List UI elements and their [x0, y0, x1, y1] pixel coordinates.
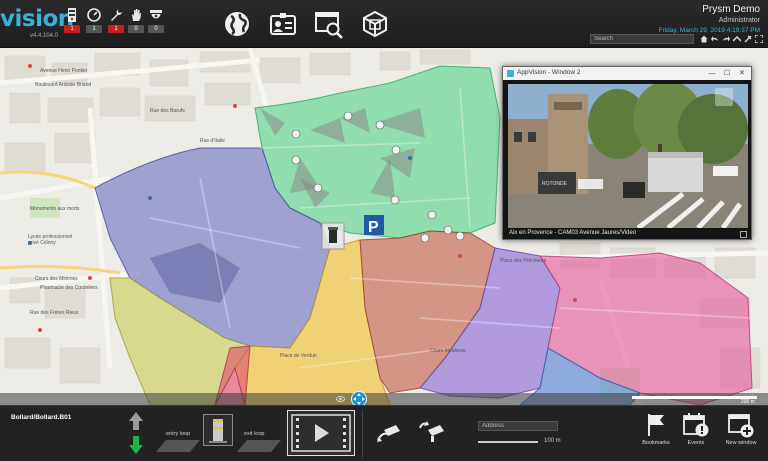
site-name: Prysm Demo [702, 4, 760, 15]
camera-count: 0 [148, 25, 164, 33]
street-label: Avenue Henri Pontier [40, 68, 88, 74]
server-alarm-count: 1 [64, 25, 80, 33]
server-alarm-icon [68, 8, 76, 22]
app-icon [507, 70, 514, 77]
svg-text:P: P [368, 219, 379, 236]
wrench-icon [111, 9, 122, 21]
entry-loop-icon [156, 440, 200, 452]
device-control-panel: Bollard/Bollard.B01 entry loop exit loop [0, 405, 768, 461]
poi-label: Place des Prêcheurs [500, 258, 547, 264]
gauge-icon [87, 8, 101, 22]
video-window[interactable]: AppVision - Window 2 — ☐ ✕ ROTONDE Aix e… [502, 66, 752, 240]
session-info: Prysm Demo Administrator Friday, March 2… [659, 4, 760, 34]
map-footer-strip [0, 393, 768, 405]
video-search-button[interactable] [313, 8, 345, 40]
video-search-icon [315, 12, 343, 39]
collapse-icon[interactable] [733, 35, 741, 43]
top-bar: vision v4.4.104.0 1 1 1 0 0 Prysm Demo A… [0, 0, 768, 48]
server-alarm-counter[interactable]: 1 [64, 8, 80, 33]
flag-icon [648, 414, 664, 436]
street-label: Cours Mirabeau [430, 348, 466, 354]
settings-icon[interactable] [744, 35, 752, 43]
maximize-button[interactable]: ☐ [720, 68, 734, 79]
camera-caption: Aix en Provence - CAM03 Avenue Jaures/Vi… [509, 230, 637, 236]
resize-handle[interactable] [740, 231, 747, 238]
calendar-alert-icon [683, 413, 709, 437]
events-button[interactable]: Events [678, 412, 714, 446]
app-version: v4.4.104.0 [30, 33, 59, 39]
bollard-up-down-icon[interactable] [128, 412, 144, 454]
events-label: Events [687, 440, 705, 446]
fullscreen-icon[interactable] [755, 35, 763, 43]
eye-icon[interactable] [336, 396, 345, 402]
camera-feed[interactable]: ROTONDE [508, 84, 748, 228]
device-name: Bollard/Bollard.B01 [11, 414, 72, 421]
sign-text: ROTONDE [542, 181, 568, 187]
bookmarks-label: Bookmarks [642, 440, 670, 446]
bookmarks-button[interactable]: Bookmarks [638, 412, 674, 446]
maintenance-counter[interactable]: 1 [108, 8, 124, 33]
address-input[interactable] [478, 421, 558, 431]
exit-loop-icon [237, 440, 281, 452]
new-window-label: New window [725, 440, 757, 446]
intervention-counter[interactable]: 0 [128, 8, 144, 33]
street-label: Rue d'Italie [200, 138, 225, 144]
video-window-titlebar[interactable]: AppVision - Window 2 — ☐ ✕ [503, 67, 751, 80]
street-label: Rue des Bœufs [150, 108, 185, 114]
intervention-count: 0 [128, 25, 144, 33]
dome-camera-icon [150, 10, 162, 19]
gauge-counter[interactable]: 1 [86, 8, 102, 33]
id-card-button[interactable] [267, 8, 299, 40]
id-card-icon [270, 13, 296, 35]
street-label: Rue des Frères Rieux [30, 310, 79, 316]
search-input[interactable] [590, 34, 694, 44]
3d-cube-icon [363, 10, 387, 38]
bollard-status-tile[interactable] [203, 414, 233, 446]
map-scale-bar [632, 396, 757, 399]
minimize-button[interactable]: — [705, 68, 719, 79]
home-icon[interactable] [700, 35, 708, 43]
3d-view-button[interactable] [359, 8, 391, 40]
globe-button[interactable] [221, 8, 253, 40]
maintenance-count: 1 [108, 25, 124, 33]
ptz-camera-icon[interactable] [376, 420, 404, 444]
globe-icon [225, 12, 249, 36]
user-role: Administrator [718, 17, 760, 24]
poi-label: Place de Verdun [280, 353, 317, 359]
street-label: Cours des Minimes [35, 276, 78, 282]
gauge-count: 1 [86, 25, 102, 33]
range-slider[interactable] [478, 441, 538, 443]
current-datetime: Friday, March 29, 2019 4:19:37 PM [658, 27, 760, 34]
play-video-button[interactable] [287, 410, 355, 456]
new-window-button[interactable]: New window [723, 412, 759, 446]
entry-loop-label: entry loop [166, 431, 191, 437]
forward-icon[interactable] [722, 35, 730, 43]
camera-counter[interactable]: 0 [148, 8, 164, 33]
bollard-icon [209, 419, 227, 443]
new-window-icon [728, 414, 754, 438]
film-play-icon [291, 414, 351, 452]
street-label: Boulevard Aristide Briand [35, 82, 92, 88]
camera-preset-icon[interactable] [418, 420, 446, 444]
poi-label: Lycée professionnel privé Célony [28, 234, 73, 246]
poi-label: Monuments aux morts [30, 206, 80, 212]
panel-divider [362, 410, 363, 458]
app-logo: vision [0, 6, 74, 32]
video-window-title: AppVision - Window 2 [517, 69, 581, 76]
move-arrows-icon [353, 393, 365, 405]
poi-label: Pharmacie des Cordeliers [40, 285, 98, 291]
back-icon[interactable] [711, 35, 719, 43]
range-value: 100 m [544, 438, 561, 444]
camera-frame: ROTONDE [508, 84, 748, 228]
close-button[interactable]: ✕ [735, 68, 749, 79]
exit-loop-label: exit loop [244, 431, 265, 437]
hand-icon [132, 9, 141, 21]
